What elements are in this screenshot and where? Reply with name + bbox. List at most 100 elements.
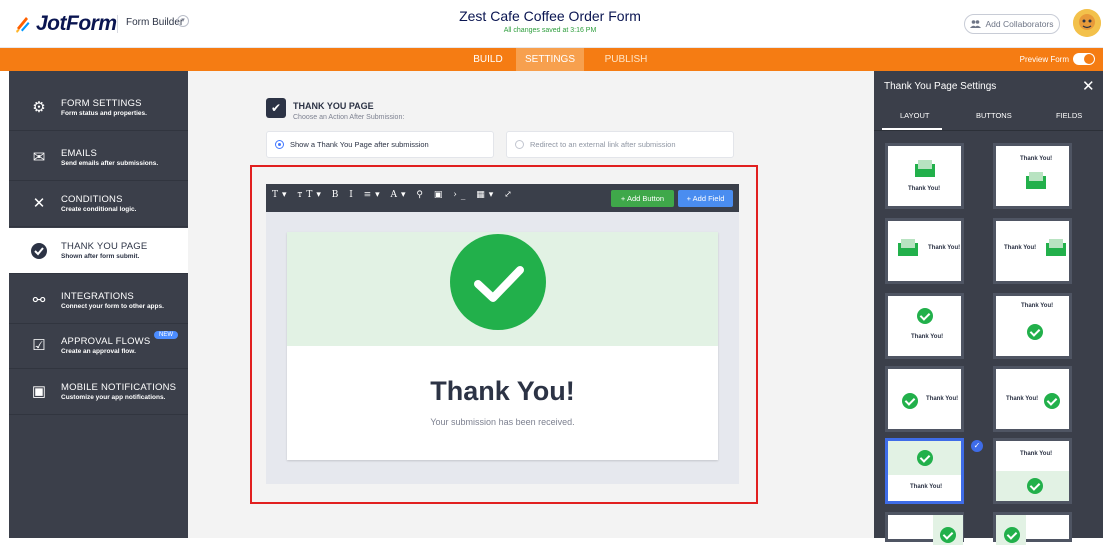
check-circle-icon [1027, 324, 1043, 340]
mobile-notification-icon: ▣ [31, 383, 47, 400]
layout-thumb-text: Thank You! [1006, 396, 1039, 402]
avatar[interactable] [1073, 9, 1101, 37]
tab-buttons[interactable]: BUTTONS [976, 111, 1012, 120]
layout-option-4[interactable]: Thank You! [993, 218, 1072, 284]
preview-form-label: Preview Form [1019, 54, 1069, 64]
sidebar-item-subtitle: Customize your app notifications. [61, 394, 166, 401]
add-collaborators-label: Add Collaborators [985, 19, 1054, 29]
sidebar-item-subtitle: Create conditional logic. [61, 206, 137, 213]
sidebar-item-title: INTEGRATIONS [61, 291, 134, 302]
sidebar-item-approval-flows[interactable]: ☑ APPROVAL FLOWS Create an approval flow… [9, 323, 188, 369]
link-icon: ⚯ [32, 292, 46, 309]
radio-selected[interactable] [275, 140, 284, 149]
sidebar-item-subtitle: Shown after form submit. [61, 253, 140, 260]
add-field-button[interactable]: + Add Field [678, 190, 733, 207]
layout-option-2[interactable]: Thank You! [993, 143, 1072, 209]
sidebar-item-subtitle: Send emails after submissions. [61, 160, 159, 167]
envelope-check-icon [915, 160, 935, 177]
layout-thumb-text: Thank You! [1021, 303, 1054, 309]
users-icon [970, 20, 982, 28]
jotform-logo[interactable]: JotForm [14, 12, 117, 36]
approval-icon: ☑ [32, 337, 46, 354]
envelope-check-icon [898, 239, 918, 256]
sidebar-item-conditions[interactable]: ✕ CONDITIONS Create conditional logic. [9, 181, 188, 227]
thank-you-message[interactable]: Your submission has been received. [287, 417, 718, 427]
top-bar: JotForm Form Builder ▾ Zest Cafe Coffee … [0, 0, 1103, 48]
layout-thumb-text: Thank You! [928, 245, 961, 251]
option-show-thank-you-page[interactable]: Show a Thank You Page after submission [266, 131, 494, 158]
layout-thumb-text: Thank You! [908, 186, 941, 192]
user-avatar-icon [1073, 9, 1101, 37]
layout-option-3[interactable]: Thank You! [885, 218, 964, 284]
form-builder-label[interactable]: Form Builder [126, 17, 183, 28]
sidebar-item-title: EMAILS [61, 148, 98, 159]
envelope-check-icon [1046, 239, 1066, 256]
layout-option-9[interactable]: Thank You! [885, 438, 964, 504]
close-icon[interactable]: ✕ [1082, 77, 1095, 95]
tab-layout[interactable]: LAYOUT [900, 111, 929, 120]
check-circle-icon [1044, 393, 1060, 409]
option-label: Redirect to an external link after submi… [530, 140, 676, 149]
layout-option-8[interactable]: Thank You! [993, 366, 1072, 432]
layout-option-7[interactable]: Thank You! [885, 366, 964, 432]
new-badge: NEW [154, 331, 178, 339]
check-circle-icon [30, 242, 48, 260]
panel-title: Thank You Page Settings [884, 81, 997, 92]
check-circle-icon [917, 308, 933, 324]
sidebar-item-title: APPROVAL FLOWS [61, 336, 151, 347]
layout-option-10[interactable]: Thank You! [993, 438, 1072, 504]
tab-settings[interactable]: SETTINGS [516, 48, 584, 71]
toggle-switch[interactable] [1073, 53, 1095, 65]
check-circle-icon [917, 450, 933, 466]
sidebar-item-thank-you-page[interactable]: THANK YOU PAGE Shown after form submit. [9, 228, 188, 274]
check-icon: ✔ [266, 98, 286, 118]
sidebar-item-mobile-notifications[interactable]: ▣ MOBILE NOTIFICATIONS Customize your ap… [9, 369, 188, 415]
settings-sidebar: ⚙ FORM SETTINGS Form status and properti… [9, 71, 188, 538]
preview-form-toggle[interactable]: Preview Form [1020, 53, 1095, 65]
thank-you-heading[interactable]: Thank You! [287, 376, 718, 407]
option-redirect-external-link[interactable]: Redirect to an external link after submi… [506, 131, 734, 158]
check-circle-icon [1027, 478, 1043, 494]
form-title[interactable]: Zest Cafe Coffee Order Form [340, 8, 760, 24]
layout-option-1[interactable]: Thank You! [885, 143, 964, 209]
sidebar-item-subtitle: Create an approval flow. [61, 348, 136, 355]
layout-thumb-text: Thank You! [1004, 245, 1037, 251]
layout-thumb-text: Thank You! [926, 396, 959, 402]
check-circle-icon [902, 393, 918, 409]
section-title: THANK YOU PAGE [293, 101, 374, 111]
sidebar-item-title: CONDITIONS [61, 194, 123, 205]
tab-fields[interactable]: FIELDS [1056, 111, 1082, 120]
save-status: All changes saved at 3:16 PM [503, 27, 597, 34]
sidebar-item-emails[interactable]: ✉ EMAILS Send emails after submissions. [9, 135, 188, 181]
gear-icon: ⚙ [32, 99, 46, 116]
layout-option-5[interactable]: Thank You! [885, 293, 964, 359]
layout-thumb-text: Thank You! [911, 334, 944, 340]
layout-thumb-text: Thank You! [1020, 156, 1053, 162]
text-formatting-tools[interactable]: T▾ ᴛT▾ B I ≡▾ A▾ ⚲ ▣ ›_ ▦▾ ⤢ [272, 190, 516, 200]
sidebar-item-title: MOBILE NOTIFICATIONS [61, 382, 177, 393]
envelope-icon: ✉ [32, 149, 46, 166]
sidebar-item-title: FORM SETTINGS [61, 98, 142, 109]
layout-thumb-text: Thank You! [1020, 451, 1053, 457]
header-divider [117, 15, 118, 33]
selected-check-icon: ✓ [971, 440, 983, 452]
layout-option-6[interactable]: Thank You! [993, 293, 1072, 359]
radio-unselected[interactable] [515, 140, 524, 149]
add-button-button[interactable]: + Add Button [611, 190, 674, 207]
tab-publish[interactable]: PUBLISH [594, 48, 658, 71]
logo-text: JotForm [36, 12, 117, 35]
sidebar-item-subtitle: Form status and properties. [61, 110, 147, 117]
check-circle-icon [940, 527, 956, 543]
option-label: Show a Thank You Page after submission [290, 140, 429, 149]
check-circle-icon [1004, 527, 1020, 543]
sidebar-item-title: THANK YOU PAGE [61, 241, 148, 252]
sidebar-item-form-settings[interactable]: ⚙ FORM SETTINGS Form status and properti… [9, 85, 188, 131]
chevron-down-icon[interactable]: ▾ [177, 15, 189, 27]
envelope-check-icon [1026, 172, 1046, 189]
add-collaborators-button[interactable]: Add Collaborators [964, 14, 1060, 34]
section-subtitle: Choose an Action After Submission: [293, 114, 405, 121]
sidebar-item-subtitle: Connect your form to other apps. [61, 303, 164, 310]
sidebar-item-integrations[interactable]: ⚯ INTEGRATIONS Connect your form to othe… [9, 278, 188, 324]
tab-build[interactable]: BUILD [463, 48, 513, 71]
panel-divider [874, 130, 1103, 131]
